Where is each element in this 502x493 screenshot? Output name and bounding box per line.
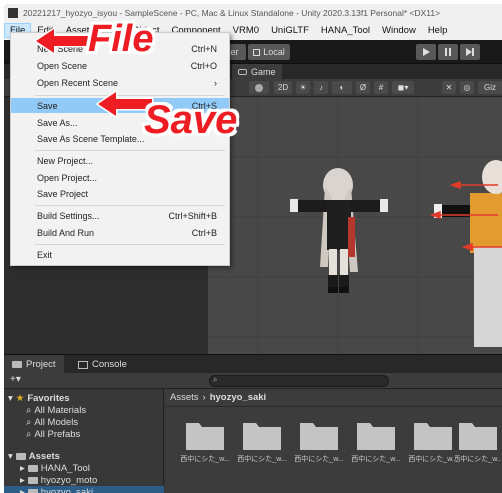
camera-dropdown[interactable]: ◼▾	[392, 81, 414, 94]
step-icon	[465, 48, 474, 56]
search-icon: ⌕	[26, 404, 32, 416]
submenu-arrow-icon: ›	[214, 77, 217, 88]
play-button[interactable]	[416, 44, 436, 60]
lighting-icon[interactable]: ☀	[296, 81, 310, 94]
sphere-icon	[255, 83, 263, 92]
annotation-label-save: Save	[144, 98, 238, 142]
folder-icon	[12, 361, 22, 368]
tools-icon[interactable]: ✕	[442, 81, 456, 94]
tree-item[interactable]: ⌕ All Prefabs	[26, 428, 80, 440]
folder-icon	[27, 476, 38, 484]
menu-vrm0[interactable]: VRM0	[227, 25, 265, 36]
shading-mode-dropdown[interactable]	[249, 81, 269, 94]
search-icon: ⌕	[213, 375, 218, 384]
pause-button[interactable]	[438, 44, 458, 60]
step-button[interactable]	[460, 44, 480, 60]
tree-item[interactable]: ▸ HANA_Tool	[20, 462, 90, 474]
star-icon: ★	[15, 392, 25, 404]
tree-item-selected[interactable]: ▸ hyozyo_saki	[4, 486, 164, 493]
annotation-label-file: File	[88, 18, 154, 60]
file-menu: New Scene Ctrl+N Open Scene Ctrl+O Open Re…	[10, 32, 230, 266]
menu-hana-tool[interactable]: HANA_Tool	[315, 25, 376, 36]
play-icon	[423, 48, 430, 56]
bottom-tab-bar: Project Console	[4, 354, 502, 374]
console-icon	[78, 360, 88, 369]
annotation-arrow-file	[34, 27, 92, 55]
menu-item-build-settings[interactable]: Build Settings... Ctrl+Shift+B	[11, 208, 229, 223]
folder-icon	[27, 464, 38, 472]
project-toolbar: +▾ ⌕	[4, 373, 502, 389]
menu-separator	[35, 244, 225, 245]
menu-window[interactable]: Window	[376, 25, 422, 36]
folder-icon	[357, 423, 395, 450]
menu-help[interactable]: Help	[422, 25, 454, 36]
expand-arrow-icon: ▾	[8, 450, 13, 462]
title-bar: 20221217_hyozyo_isyou - SampleScene - PC…	[4, 4, 502, 21]
project-tree: ▾ ★ Favorites ⌕ All Materials ⌕ All Mode…	[4, 389, 164, 493]
project-search-input[interactable]: ⌕	[209, 375, 389, 387]
toggle-2d-button[interactable]: 2D	[274, 81, 292, 94]
tree-item[interactable]: ⌕ All Models	[26, 416, 78, 428]
search-icon: ⌕	[26, 416, 32, 428]
folder-item[interactable]: 西中にシた_w...	[405, 419, 461, 474]
folder-item[interactable]: 西中にシた_w...	[291, 419, 347, 474]
folder-item[interactable]: 西中にシた_w...	[177, 419, 233, 474]
unity-window: 20221217_hyozyo_isyou - SampleScene - PC…	[4, 4, 502, 493]
tab-game[interactable]: Game	[232, 64, 282, 79]
folder-icon	[186, 423, 224, 450]
folder-icon	[459, 423, 497, 450]
grid-icon[interactable]: #	[374, 81, 388, 94]
hidden-objects-icon[interactable]: Ø	[356, 81, 370, 94]
avatar-model-saki[interactable]	[434, 160, 502, 347]
expand-arrow-icon: ▾	[8, 392, 13, 404]
expand-arrow-icon: ▸	[20, 462, 25, 474]
breadcrumb: Assets › hyozyo_saki	[165, 389, 502, 407]
folder-item[interactable]: 西中にシた_w...	[455, 419, 501, 474]
folder-icon	[300, 423, 338, 450]
game-controller-icon	[238, 68, 247, 75]
folder-icon	[15, 452, 26, 460]
scene-view[interactable]	[208, 97, 502, 354]
pivot-local-button[interactable]: Local	[248, 44, 290, 60]
folder-item[interactable]: 西中にシた_w...	[348, 419, 404, 474]
tree-item[interactable]: ⌕ All Materials	[26, 404, 86, 416]
add-icon[interactable]: +▾	[10, 374, 21, 385]
folder-item[interactable]: 西中にシた_w...	[234, 419, 290, 474]
menu-item-exit[interactable]: Exit	[11, 247, 229, 262]
expand-arrow-icon: ▸	[20, 486, 25, 493]
project-content: Assets › hyozyo_saki 西中にシた_w... 西中にシた_w.…	[165, 389, 502, 493]
gizmos-dropdown[interactable]: Giz	[478, 81, 502, 94]
menu-unigltf[interactable]: UniGLTF	[265, 25, 315, 36]
avatar-model-moto[interactable]	[290, 168, 388, 293]
window-title: 20221217_hyozyo_isyou - SampleScene - PC…	[23, 7, 441, 18]
menu-item-open-recent-scene[interactable]: Open Recent Scene ›	[11, 75, 229, 90]
breadcrumb-current[interactable]: hyozyo_saki	[210, 392, 267, 403]
chevron-right-icon: ›	[202, 392, 206, 403]
tab-console[interactable]: Console	[70, 355, 135, 374]
menu-item-save-project[interactable]: Save Project	[11, 186, 229, 201]
tree-favorites[interactable]: ▾ ★ Favorites	[8, 392, 70, 404]
tree-item[interactable]: ▸ hyozyo_moto	[20, 474, 97, 486]
tab-project[interactable]: Project	[4, 355, 64, 374]
search-icon: ⌕	[26, 428, 32, 440]
effects-dropdown[interactable]: ◐	[332, 81, 352, 94]
menu-separator	[35, 150, 225, 151]
folder-icon	[243, 423, 281, 450]
unity-logo-icon	[8, 7, 18, 18]
folder-icon	[414, 423, 452, 450]
menu-item-build-and-run[interactable]: Build And Run Ctrl+B	[11, 225, 229, 240]
pause-icon	[445, 48, 451, 56]
menu-item-open-project[interactable]: Open Project...	[11, 170, 229, 185]
breadcrumb-root[interactable]: Assets	[170, 392, 199, 403]
tree-assets[interactable]: ▾ Assets	[8, 450, 60, 462]
audio-icon[interactable]: ♪	[314, 81, 328, 94]
folder-icon	[27, 488, 38, 493]
scene-viewport	[208, 97, 502, 354]
expand-arrow-icon: ▸	[20, 474, 25, 486]
menu-item-new-project[interactable]: New Project...	[11, 153, 229, 168]
menu-separator	[35, 205, 225, 206]
cube-icon	[253, 48, 261, 56]
globe-icon[interactable]: ◎	[460, 81, 474, 94]
